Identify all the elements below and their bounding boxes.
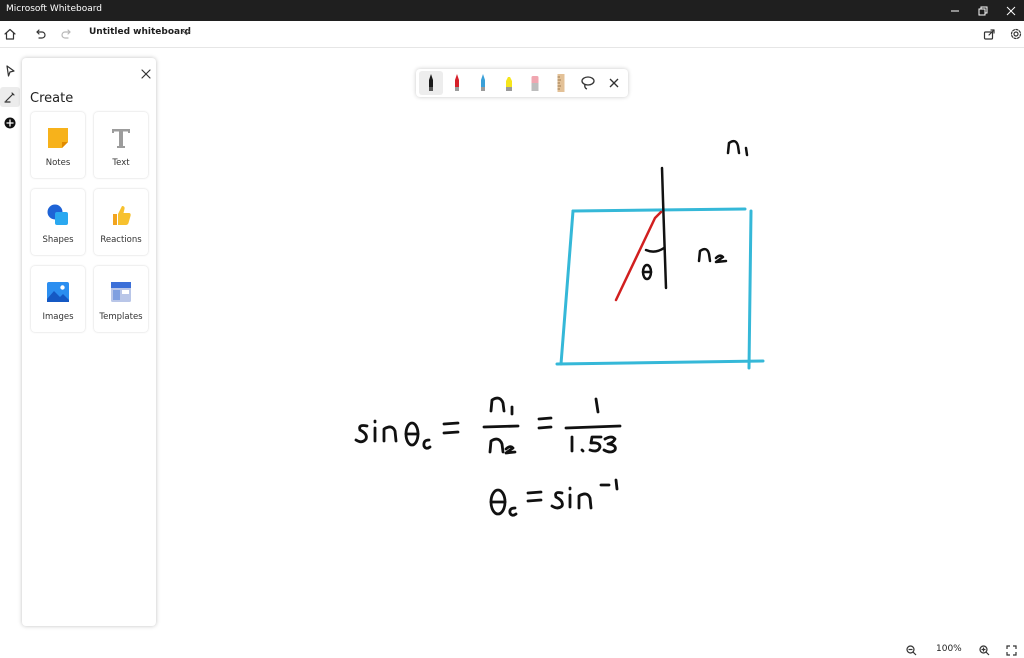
image-icon: [47, 282, 69, 302]
equation-inverse-sine: [489, 478, 619, 517]
add-icon: [4, 117, 16, 129]
red-ray: [614, 210, 663, 302]
tile-label: Images: [42, 312, 74, 322]
fit-to-screen-icon[interactable]: [1006, 645, 1017, 656]
create-tile-shapes[interactable]: Shapes: [31, 189, 85, 255]
close-window-button[interactable]: [996, 0, 1024, 21]
restore-button[interactable]: [968, 0, 998, 21]
pointer-icon: [6, 65, 15, 77]
tile-label: Text: [112, 158, 130, 168]
zoom-in-icon[interactable]: [979, 645, 990, 656]
zoom-level[interactable]: 100%: [936, 644, 962, 654]
home-button[interactable]: [0, 24, 20, 44]
share-button[interactable]: [979, 24, 999, 44]
select-tool-button[interactable]: [0, 61, 20, 81]
text-icon: [112, 129, 130, 148]
zoom-controls: 100%: [896, 642, 1024, 658]
thumbs-up-icon: [113, 206, 131, 225]
left-rail: [0, 48, 20, 658]
redo-button[interactable]: [57, 24, 77, 44]
close-panel-button[interactable]: [136, 64, 156, 84]
title-bar: Microsoft Whiteboard: [0, 0, 1024, 21]
board-title[interactable]: Untitled whiteboard: [89, 27, 191, 37]
create-tile-text[interactable]: Text: [94, 112, 148, 178]
zoom-out-icon[interactable]: [906, 645, 917, 656]
create-tile-notes[interactable]: Notes: [31, 112, 85, 178]
tile-label: Reactions: [100, 235, 142, 245]
share-icon: [983, 29, 995, 40]
redo-icon: [61, 29, 71, 39]
normal-line: [660, 166, 668, 290]
app-bar: Untitled whiteboard: [0, 21, 1024, 48]
minimize-button[interactable]: [940, 0, 970, 21]
create-tile-images[interactable]: Images: [31, 266, 85, 332]
equation-critical-angle: [354, 396, 622, 455]
ink-tool-button[interactable]: [0, 87, 20, 107]
whiteboard-canvas[interactable]: [160, 48, 1024, 642]
drawn-rectangle: [555, 207, 765, 370]
create-button[interactable]: [0, 113, 20, 133]
tile-label: Shapes: [42, 235, 74, 245]
create-tile-templates[interactable]: Templates: [94, 266, 148, 332]
sticky-note-icon: [48, 128, 68, 148]
panel-title: Create: [30, 91, 74, 106]
close-icon: [141, 69, 151, 79]
undo-icon: [36, 29, 46, 39]
undo-button[interactable]: [30, 24, 50, 44]
tile-label: Notes: [45, 158, 71, 168]
create-tile-reactions[interactable]: Reactions: [94, 189, 148, 255]
n2-label: [697, 247, 728, 264]
chevron-down-icon[interactable]: [182, 28, 191, 37]
n1-label: [726, 139, 749, 157]
gear-icon: [1010, 28, 1022, 40]
settings-button[interactable]: [1006, 24, 1024, 44]
app-title: Microsoft Whiteboard: [6, 4, 102, 14]
close-icon: [1006, 6, 1016, 15]
tile-label: Templates: [99, 312, 143, 322]
templates-icon: [111, 282, 131, 302]
minimize-icon: [951, 10, 959, 11]
shapes-icon: [47, 204, 68, 225]
angle-theta-label: [641, 246, 666, 281]
pen-icon: [4, 92, 15, 103]
home-icon: [4, 28, 16, 40]
restore-icon: [978, 6, 988, 15]
create-panel: Create Notes Text Shapes Reactions Image…: [22, 58, 156, 626]
